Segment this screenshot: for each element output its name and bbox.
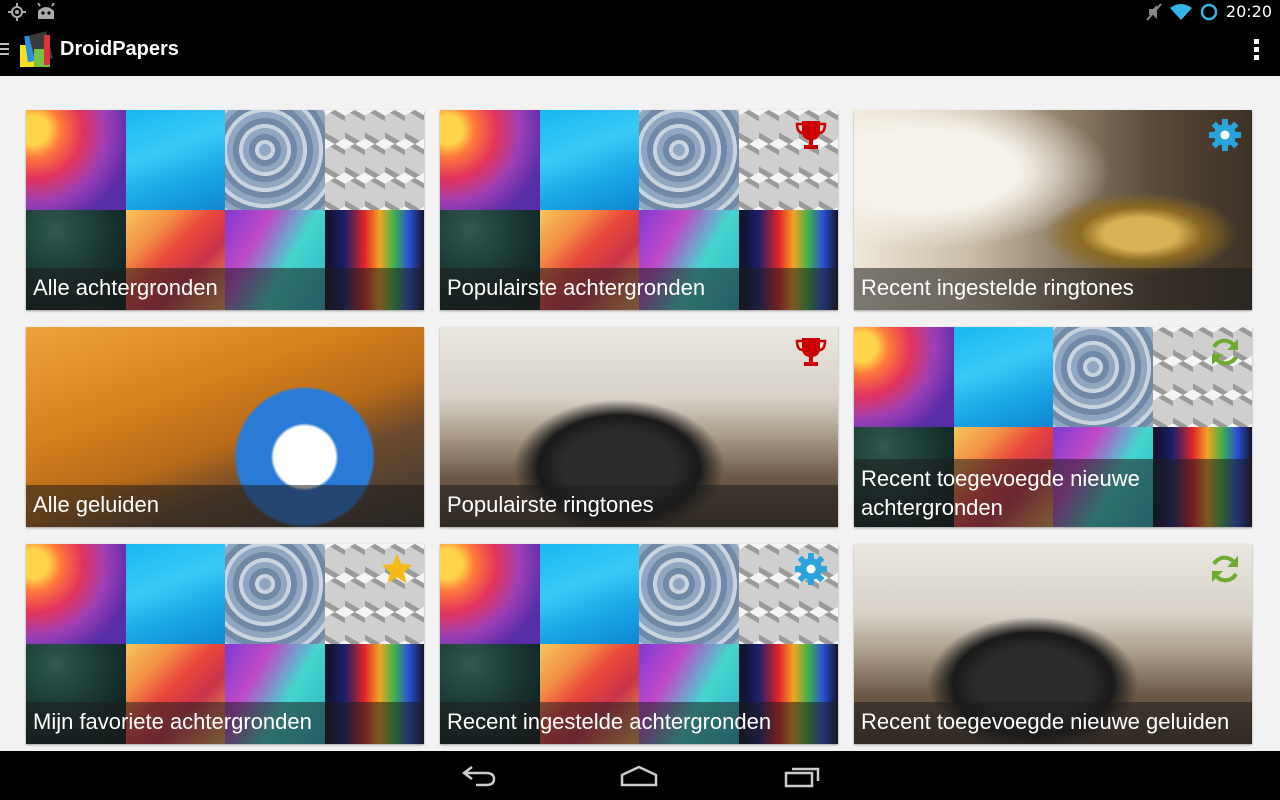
card-label: Recent toegevoegde nieuwe geluiden: [854, 702, 1252, 744]
mute-icon: [1146, 2, 1162, 21]
trophy-icon: [795, 121, 827, 149]
star-icon: [382, 554, 412, 583]
card-label: Alle geluiden: [26, 485, 424, 527]
category-card-popular-ringtones[interactable]: Populairste ringtones: [440, 327, 838, 527]
card-label: Recent ingestelde achtergronden: [440, 702, 838, 744]
wifi-icon: [1169, 3, 1192, 20]
app-logo-icon[interactable]: [18, 31, 54, 69]
card-label: Alle achtergronden: [26, 268, 424, 310]
recents-icon[interactable]: [782, 763, 822, 789]
refresh-icon: [1212, 338, 1238, 366]
refresh-icon: [1212, 555, 1238, 583]
category-card-all-sounds[interactable]: Alle geluiden: [26, 327, 424, 527]
card-label: Mijn favoriete achtergronden: [26, 702, 424, 744]
back-icon[interactable]: [458, 763, 498, 789]
trophy-icon: [795, 338, 827, 366]
status-bar: 20:20: [0, 0, 1280, 25]
category-card-popular-wallpapers[interactable]: Populairste achtergronden: [440, 110, 838, 310]
card-label: Populairste achtergronden: [440, 268, 838, 310]
sync-circle-icon: [1200, 3, 1218, 20]
location-icon: [8, 3, 26, 21]
overflow-menu-icon[interactable]: [1254, 39, 1260, 63]
category-card-new-sounds[interactable]: Recent toegevoegde nieuwe geluiden: [854, 544, 1252, 744]
status-clock: 20:20: [1225, 2, 1272, 21]
category-card-favorite-wallpapers[interactable]: Mijn favoriete achtergronden: [26, 544, 424, 744]
gear-icon: [795, 553, 827, 585]
card-label: Recent ingestelde ringtones: [854, 268, 1252, 310]
category-card-all-wallpapers[interactable]: Alle achtergronden: [26, 110, 424, 310]
system-nav-bar: [0, 751, 1280, 800]
category-card-recent-ringtones[interactable]: Recent ingestelde ringtones: [854, 110, 1252, 310]
category-card-recent-wallpapers[interactable]: Recent ingestelde achtergronden: [440, 544, 838, 744]
drawer-icon[interactable]: [0, 43, 10, 58]
card-label: Recent toegevoegde nieuwe achtergronden: [854, 459, 1252, 527]
gear-icon: [1209, 119, 1241, 151]
category-grid: Alle achtergronden Populairste achtergro…: [26, 110, 1252, 744]
category-card-new-wallpapers[interactable]: Recent toegevoegde nieuwe achtergronden: [854, 327, 1252, 527]
app-title: DroidPapers: [60, 38, 179, 60]
home-icon[interactable]: [619, 763, 659, 789]
android-icon: [37, 3, 55, 19]
action-bar: DroidPapers: [0, 25, 1280, 76]
card-label: Populairste ringtones: [440, 485, 838, 527]
category-list: Alle achtergronden Populairste achtergro…: [0, 76, 1280, 751]
